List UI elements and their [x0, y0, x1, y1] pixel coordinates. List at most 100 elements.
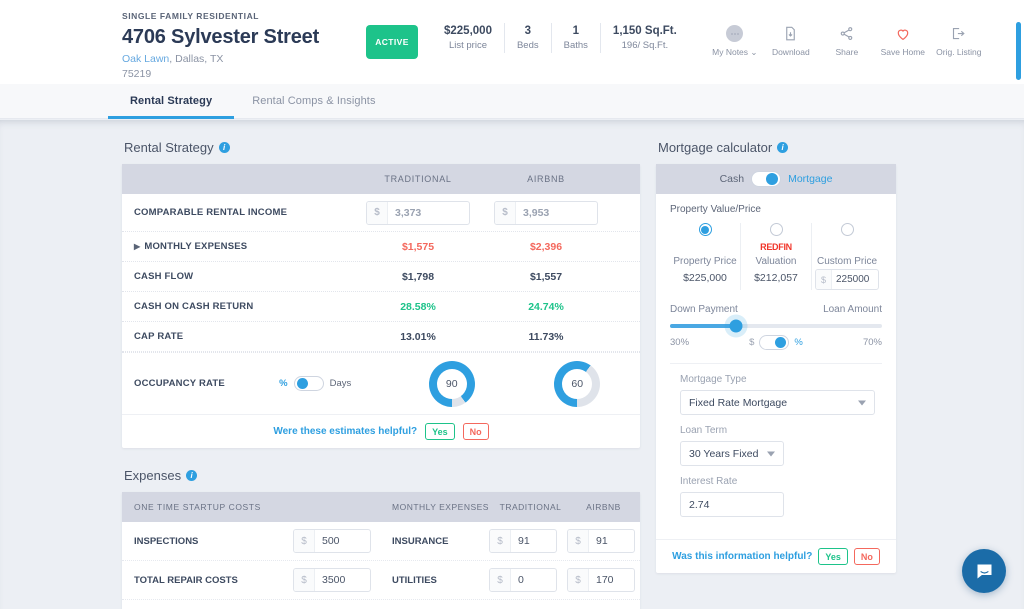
table-row: TOTAL REPAIR COSTS $ 3500 UTILITIES $ 0: [122, 561, 640, 600]
cell-traditional: $ 91: [484, 529, 562, 553]
slider-footer: 30% $ % 70%: [670, 335, 882, 350]
cell-traditional: $ 3,373: [354, 200, 482, 225]
cell-airbnb: $1,557: [529, 270, 563, 283]
down-payment-label: Down Payment: [670, 304, 738, 315]
utilities-airbnb-input[interactable]: $ 170: [567, 568, 635, 592]
price-option-property-price[interactable]: Property Price $225,000: [670, 223, 741, 290]
row-label-inspections: INSPECTIONS: [134, 535, 199, 547]
price-option-valuation[interactable]: REDFIN Valuation $212,057: [741, 223, 812, 290]
unit-days-label: Days: [329, 378, 352, 389]
interest-rate-input[interactable]: 2.74: [680, 492, 784, 517]
info-icon[interactable]: i: [218, 142, 230, 153]
info-icon[interactable]: i: [186, 470, 198, 481]
property-value-label: Property Value/Price: [670, 204, 761, 215]
external-link-icon: [951, 25, 966, 42]
save-home-button[interactable]: Save Home: [875, 25, 931, 57]
total-repair-costs-input[interactable]: $ 3500: [293, 568, 371, 592]
currency-prefix: $: [816, 270, 832, 289]
share-button[interactable]: Share: [819, 25, 875, 57]
currency-percent-toggle[interactable]: $ %: [749, 335, 803, 350]
occupancy-donut-airbnb: 60: [554, 360, 601, 407]
neighborhood-link[interactable]: Oak Lawn: [122, 53, 169, 65]
download-button[interactable]: Download: [763, 25, 819, 57]
mortgage-feedback: Was this information helpful? Yes No: [656, 539, 896, 573]
mortgage-type-select[interactable]: Fixed Rate Mortgage: [680, 390, 875, 415]
column-header-monthly-expenses: MONTHLY EXPENSES: [392, 502, 489, 512]
feedback-yes-button[interactable]: Yes: [425, 423, 455, 440]
tab-rental-strategy[interactable]: Rental Strategy: [107, 84, 235, 119]
row-label-occupancy-rate: OCCUPANCY RATE: [134, 378, 225, 389]
chat-bubble-icon: [977, 564, 991, 578]
tab-bar: Rental Strategy Rental Comps & Insights: [0, 84, 1024, 119]
cell-airbnb: 24.74%: [528, 300, 564, 313]
table-row: CAP RATE 13.01% 11.73%: [122, 322, 640, 352]
heart-icon: [895, 25, 911, 42]
info-icon[interactable]: i: [777, 142, 789, 153]
down-payment-slider[interactable]: [670, 319, 882, 333]
my-notes-button[interactable]: My Notes ⌄: [707, 25, 763, 58]
slider-fill: [670, 324, 736, 328]
cell-traditional: $ 0: [484, 568, 562, 592]
stat-value: 1: [572, 25, 579, 37]
loan-term-select[interactable]: 30 Years Fixed: [680, 441, 784, 466]
rental-strategy-card: TRADITIONAL AIRBNB COMPARABLE RENTAL INC…: [122, 164, 640, 448]
rental-income-airbnb-input[interactable]: $ 3,953: [494, 200, 598, 225]
stat-sqft: 1,150 Sq.Ft. 196/ Sq.Ft.: [601, 23, 689, 53]
custom-price-input[interactable]: $ 225000: [815, 269, 879, 290]
column-header-startup-costs: ONE TIME STARTUP COSTS: [134, 502, 261, 512]
donut-airbnb-wrap: 60: [514, 360, 640, 407]
redfin-logo-icon: REDFIN: [760, 242, 792, 252]
orig-listing-button[interactable]: Orig. Listing: [931, 25, 987, 57]
divider: [670, 363, 882, 364]
utilities-traditional-input[interactable]: $ 0: [489, 568, 557, 592]
table-row-partial: [122, 600, 640, 609]
row-label-cap-rate: CAP RATE: [134, 331, 184, 342]
currency-prefix: $: [568, 530, 589, 552]
radio-valuation[interactable]: [769, 223, 783, 236]
currency-prefix: $: [490, 569, 511, 591]
stat-value: 3: [524, 25, 531, 37]
row-label-monthly-expenses[interactable]: ▶ MONTHLY EXPENSES: [134, 241, 354, 252]
feedback-no-button[interactable]: No: [853, 548, 880, 565]
zip-code: 75219: [122, 68, 152, 80]
inspections-input[interactable]: $ 500: [293, 529, 371, 553]
insurance-traditional-input[interactable]: $ 91: [489, 529, 557, 553]
cell-traditional: 13.01%: [400, 330, 436, 343]
row-label-text: MONTHLY EXPENSES: [144, 241, 248, 252]
table-row: COMPARABLE RENTAL INCOME $ 3,373 $ 3,953: [122, 194, 640, 232]
toggle-switch[interactable]: [751, 171, 782, 187]
chat-launcher-button[interactable]: [962, 549, 1006, 593]
feedback-no-button[interactable]: No: [462, 423, 489, 440]
input-value: 170: [596, 574, 614, 586]
cell-airbnb: $2,396: [529, 240, 563, 253]
occupancy-unit-toggle[interactable]: % Days: [279, 376, 389, 391]
chevron-right-icon: ▶: [134, 242, 141, 251]
insurance-airbnb-input[interactable]: $ 91: [567, 529, 635, 553]
cash-mortgage-toggle[interactable]: Cash Mortgage: [656, 164, 896, 194]
expenses-title: Expenses: [124, 468, 182, 483]
rental-strategy-feedback: Were these estimates helpful? Yes No: [122, 414, 640, 448]
toggle-switch[interactable]: [293, 376, 324, 391]
radio-property-price[interactable]: [698, 223, 712, 236]
slider-thumb[interactable]: [729, 319, 743, 333]
page-scrollbar[interactable]: [1016, 22, 1021, 80]
feedback-yes-button[interactable]: Yes: [818, 548, 848, 565]
rental-income-traditional-input[interactable]: $ 3,373: [366, 200, 470, 225]
cell-traditional: 28.58%: [400, 300, 436, 313]
input-value: 0: [518, 574, 524, 586]
toggle-switch[interactable]: [759, 335, 790, 350]
table-row[interactable]: ▶ MONTHLY EXPENSES $1,575 $2,396: [122, 232, 640, 262]
tab-rental-comps-insights[interactable]: Rental Comps & Insights: [252, 84, 375, 119]
stat-baths: 1 Baths: [552, 23, 601, 53]
input-value: 91: [518, 535, 530, 547]
cash-label: Cash: [719, 173, 745, 185]
radio-custom-price[interactable]: [840, 223, 854, 236]
price-option-custom-price[interactable]: Custom Price $ 225000: [812, 223, 882, 290]
row-label-insurance: INSURANCE: [392, 535, 449, 547]
row-label-utilities: UTILITIES: [392, 574, 437, 586]
cell-airbnb: $ 3,953: [482, 200, 610, 225]
input-value: 500: [322, 535, 340, 547]
table-row: CASH FLOW $1,798 $1,557: [122, 262, 640, 292]
stat-label: List price: [448, 40, 487, 51]
mortgage-calculator-card: Cash Mortgage Property Value/Price Prope…: [656, 164, 896, 573]
